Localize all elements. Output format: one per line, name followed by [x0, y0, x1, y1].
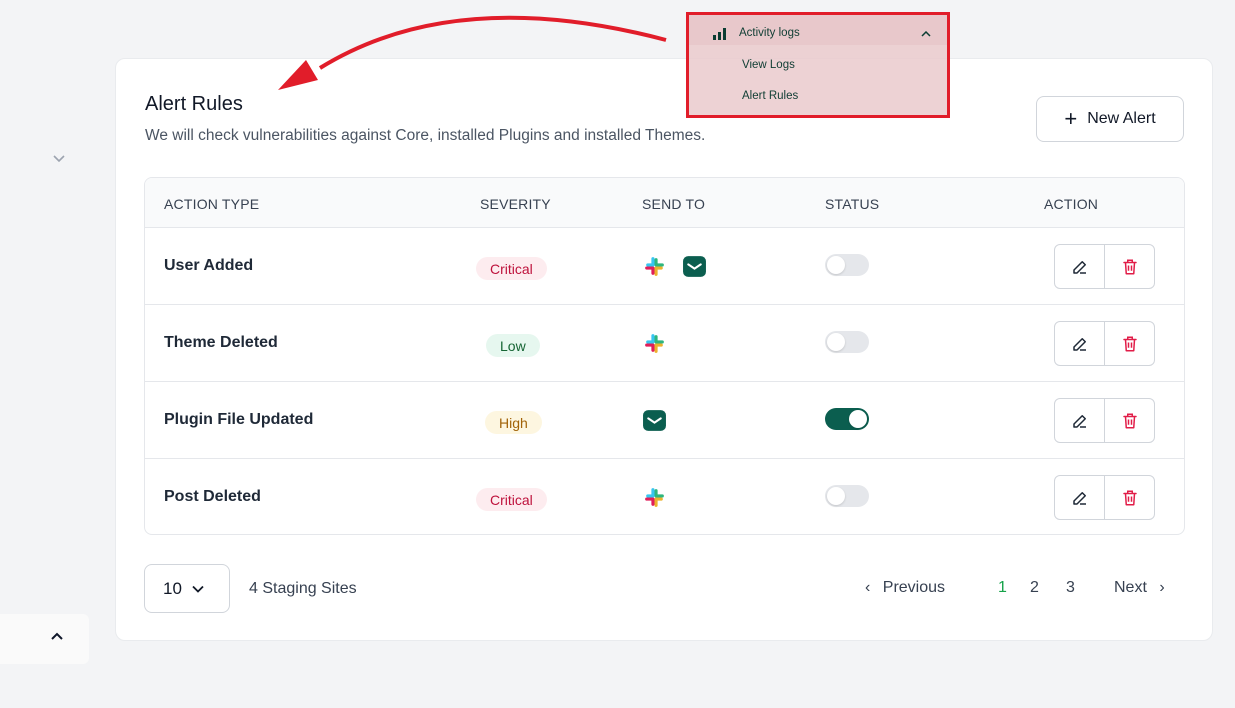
- action-type-cell: User Added: [164, 257, 254, 274]
- chevron-left-icon: ‹: [865, 579, 871, 596]
- sidebar-chevron-up-icon[interactable]: [50, 628, 64, 646]
- edit-icon: [1072, 260, 1086, 274]
- next-page-button[interactable]: Next ›: [1114, 579, 1165, 597]
- edit-icon: [1072, 414, 1086, 428]
- edit-button[interactable]: [1055, 245, 1104, 288]
- sites-count: 4 Staging Sites: [249, 580, 357, 597]
- severity-badge: Critical: [476, 257, 547, 280]
- column-header-status: STATUS: [825, 196, 880, 212]
- severity-badge: Low: [486, 334, 540, 357]
- edit-button[interactable]: [1055, 399, 1104, 442]
- slack-icon: [642, 485, 667, 510]
- action-type-cell: Plugin File Updated: [164, 411, 314, 428]
- edit-button[interactable]: [1055, 322, 1104, 365]
- severity-badge: High: [485, 411, 542, 434]
- chevron-down-icon: [192, 585, 204, 593]
- table-row: Plugin File Updated High: [145, 382, 1184, 459]
- page-subtitle: We will check vulnerabilities against Co…: [145, 127, 706, 144]
- menu-item-view-logs[interactable]: View Logs: [742, 59, 795, 71]
- activity-logs-menu-header[interactable]: [689, 15, 947, 45]
- edit-icon: [1072, 337, 1086, 351]
- page-3-button[interactable]: 3: [1066, 579, 1075, 597]
- annotation-menu-callout: Activity logs View Logs Alert Rules: [686, 12, 950, 118]
- column-header-severity: SEVERITY: [480, 196, 551, 212]
- sidebar-chevron-down-icon[interactable]: [52, 150, 66, 166]
- table-header: ACTION TYPE SEVERITY SEND TO STATUS ACTI…: [145, 178, 1184, 228]
- email-icon: [682, 254, 707, 279]
- send-to-cell: [642, 408, 667, 433]
- trash-icon: [1122, 259, 1137, 274]
- new-alert-button[interactable]: + New Alert: [1036, 96, 1184, 142]
- row-actions: [1054, 244, 1155, 289]
- menu-item-alert-rules[interactable]: Alert Rules: [742, 90, 798, 102]
- send-to-cell: [642, 331, 667, 356]
- edit-icon: [1072, 491, 1086, 505]
- plus-icon: +: [1064, 106, 1078, 131]
- email-icon: [642, 408, 667, 433]
- action-type-cell: Theme Deleted: [164, 334, 278, 351]
- delete-button[interactable]: [1104, 476, 1154, 519]
- alert-rules-card: Alert Rules We will check vulnerabilitie…: [115, 58, 1213, 641]
- send-to-cell: [642, 254, 707, 279]
- activity-logs-label: Activity logs: [739, 27, 800, 39]
- per-page-value: 10: [163, 578, 182, 598]
- column-header-send-to: SEND TO: [642, 196, 706, 212]
- table-row: User Added Critical: [145, 228, 1184, 305]
- delete-button[interactable]: [1104, 399, 1154, 442]
- sidebar-collapse-area: [0, 614, 89, 664]
- table-row: Post Deleted Critical: [145, 459, 1184, 534]
- severity-badge: Critical: [476, 488, 547, 511]
- per-page-select[interactable]: 10: [144, 564, 230, 613]
- slack-icon: [642, 331, 667, 356]
- new-alert-label: New Alert: [1087, 110, 1156, 127]
- column-header-action: ACTION: [1044, 196, 1099, 212]
- previous-page-button[interactable]: ‹ Previous: [865, 579, 945, 597]
- page-1-button[interactable]: 1: [998, 579, 1007, 597]
- status-toggle[interactable]: [825, 485, 869, 507]
- row-actions: [1054, 398, 1155, 443]
- alert-rules-table: ACTION TYPE SEVERITY SEND TO STATUS ACTI…: [144, 177, 1185, 535]
- row-actions: [1054, 475, 1155, 520]
- trash-icon: [1122, 413, 1137, 428]
- table-row: Theme Deleted Low: [145, 305, 1184, 382]
- chevron-right-icon: ›: [1159, 579, 1165, 596]
- delete-button[interactable]: [1104, 245, 1154, 288]
- status-toggle[interactable]: [825, 408, 869, 430]
- send-to-cell: [642, 485, 667, 510]
- row-actions: [1054, 321, 1155, 366]
- slack-icon: [642, 254, 667, 279]
- delete-button[interactable]: [1104, 322, 1154, 365]
- page-title: Alert Rules: [145, 93, 243, 115]
- column-header-action-type: ACTION TYPE: [164, 196, 260, 212]
- status-toggle[interactable]: [825, 254, 869, 276]
- status-toggle[interactable]: [825, 331, 869, 353]
- trash-icon: [1122, 336, 1137, 351]
- bar-chart-icon: [713, 28, 726, 40]
- page-2-button[interactable]: 2: [1030, 579, 1039, 597]
- edit-button[interactable]: [1055, 476, 1104, 519]
- chevron-up-icon: [921, 31, 931, 37]
- trash-icon: [1122, 490, 1137, 505]
- action-type-cell: Post Deleted: [164, 488, 261, 505]
